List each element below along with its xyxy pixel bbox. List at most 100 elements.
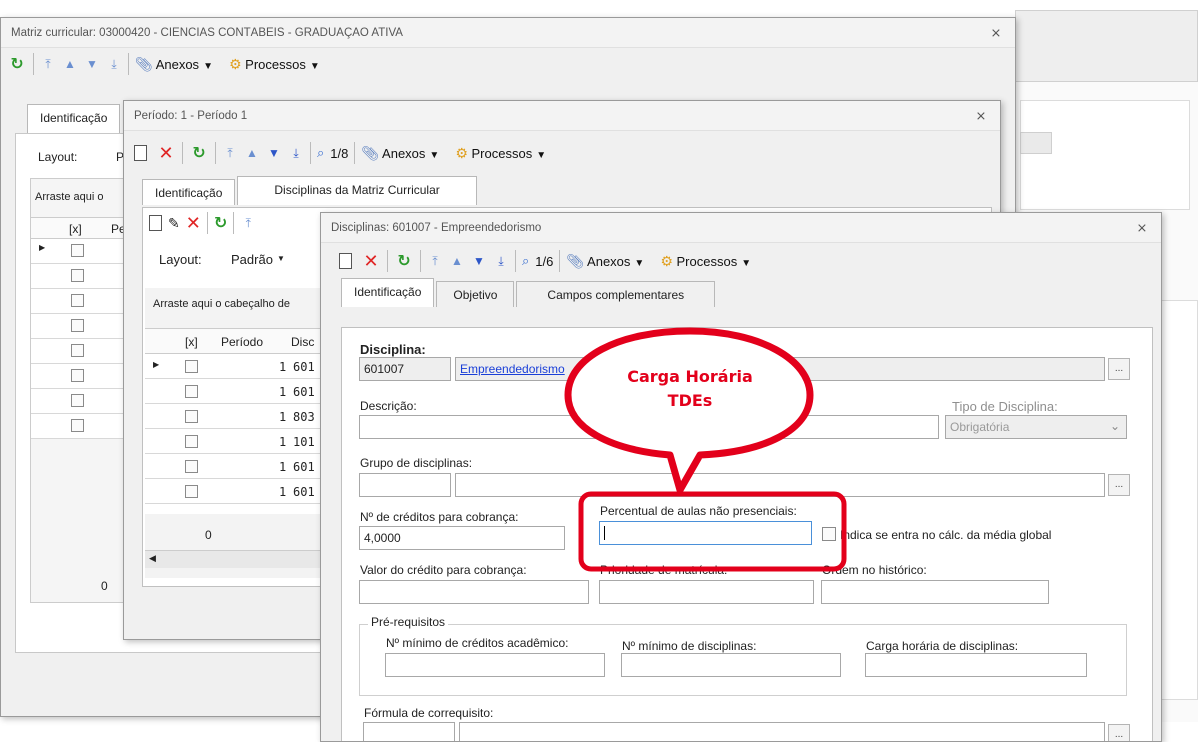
- row-checkbox[interactable]: [71, 269, 84, 282]
- background-panel: [1015, 10, 1198, 82]
- previous-record-icon[interactable]: ▲: [62, 57, 78, 71]
- new-icon[interactable]: [149, 215, 162, 231]
- col-x[interactable]: [x]: [69, 222, 82, 236]
- row-checkbox[interactable]: [71, 344, 84, 357]
- table-row[interactable]: 1 601: [145, 454, 325, 479]
- row-checkbox[interactable]: [185, 385, 198, 398]
- close-icon[interactable]: ⨯: [1133, 220, 1151, 236]
- tab-objetivo[interactable]: Objetivo: [436, 281, 515, 307]
- col-x[interactable]: [x]: [185, 335, 198, 349]
- anexos-button[interactable]: 📎︎ Anexos ▼: [566, 253, 644, 270]
- previous-record-icon[interactable]: ▲: [244, 146, 260, 160]
- formula-code-field[interactable]: [363, 722, 455, 741]
- next-record-icon[interactable]: ▼: [84, 57, 100, 71]
- separator: [559, 250, 561, 272]
- refresh-icon[interactable]: ↻: [7, 54, 27, 74]
- disciplina-name-field[interactable]: Empreendedorismo: [455, 357, 1105, 381]
- anexos-button[interactable]: 📎︎ Anexos ▼: [135, 56, 213, 73]
- ordem-historico-label: Ordem no histórico:: [822, 563, 927, 577]
- row-checkbox[interactable]: [71, 369, 84, 382]
- grupo-code-field[interactable]: [359, 473, 451, 497]
- disciplina-name-link[interactable]: Empreendedorismo: [460, 362, 565, 376]
- table-row[interactable]: 1 601: [145, 379, 325, 404]
- min-creditos-field[interactable]: [385, 653, 605, 677]
- new-icon[interactable]: [335, 251, 355, 271]
- prioridade-field[interactable]: [599, 580, 814, 604]
- table-row[interactable]: ▶ 1 601: [145, 354, 325, 379]
- tab-disciplinas-matriz[interactable]: Disciplinas da Matriz Curricular: [237, 176, 477, 205]
- table-row[interactable]: 1 101: [145, 429, 325, 454]
- creditos-field[interactable]: 4,0000: [359, 526, 565, 550]
- refresh-icon[interactable]: ↻: [214, 213, 227, 233]
- close-icon[interactable]: ⨯: [987, 25, 1005, 41]
- min-disciplinas-field[interactable]: [621, 653, 841, 677]
- row-checkbox[interactable]: [71, 394, 84, 407]
- tab-identificacao[interactable]: Identificação: [27, 104, 121, 133]
- delete-icon[interactable]: ✕: [156, 143, 176, 163]
- binoculars-icon[interactable]: ⌕: [522, 253, 529, 269]
- previous-record-icon[interactable]: ▲: [449, 254, 465, 268]
- first-record-icon[interactable]: ⤒: [427, 254, 443, 269]
- media-global-checkbox[interactable]: [822, 527, 836, 541]
- tab-identificacao[interactable]: Identificação: [142, 179, 236, 205]
- processos-button[interactable]: ⚙ Processos ▼: [660, 253, 751, 270]
- row-checkbox[interactable]: [71, 294, 84, 307]
- row-checkbox[interactable]: [185, 360, 198, 373]
- row-checkbox[interactable]: [185, 485, 198, 498]
- refresh-icon[interactable]: ↻: [189, 143, 209, 163]
- last-record-icon[interactable]: ⤓: [288, 146, 304, 161]
- layout-value[interactable]: Padrão: [231, 252, 273, 267]
- tab-campos-complementares[interactable]: Campos complementares: [516, 281, 716, 307]
- col-disciplina[interactable]: Disc: [291, 335, 314, 349]
- first-record-icon[interactable]: ⤒: [40, 57, 56, 72]
- record-counter: 1/6: [535, 253, 554, 269]
- percentual-field[interactable]: [599, 521, 812, 545]
- valor-credito-field[interactable]: [359, 580, 589, 604]
- grupo-lookup-button[interactable]: ...: [1108, 474, 1130, 496]
- row-checkbox[interactable]: [185, 410, 198, 423]
- formula-lookup-button[interactable]: ...: [1108, 724, 1130, 741]
- carga-horaria-field[interactable]: [865, 653, 1087, 677]
- last-record-icon[interactable]: ⤓: [493, 254, 509, 269]
- delete-icon[interactable]: ✕: [361, 251, 381, 271]
- first-record-icon[interactable]: ⤒: [240, 216, 256, 231]
- grupo-name-field[interactable]: [455, 473, 1105, 497]
- descricao-field[interactable]: [359, 415, 939, 439]
- close-icon[interactable]: ⨯: [972, 108, 990, 124]
- row-checkbox[interactable]: [71, 319, 84, 332]
- binoculars-icon[interactable]: ⌕: [317, 145, 324, 161]
- row-checkbox[interactable]: [71, 419, 84, 432]
- next-record-icon[interactable]: ▼: [471, 254, 487, 268]
- tab-identificacao[interactable]: Identificação: [341, 278, 435, 307]
- row-checkbox[interactable]: [185, 435, 198, 448]
- last-record-icon[interactable]: ⤓: [106, 57, 122, 72]
- next-record-icon[interactable]: ▼: [266, 146, 282, 160]
- row-checkbox[interactable]: [71, 244, 84, 257]
- min-creditos-label: Nº mínimo de créditos acadêmico:: [386, 636, 569, 650]
- scroll-left-icon[interactable]: ◀: [149, 553, 156, 564]
- edit-icon[interactable]: ✎: [168, 215, 180, 232]
- row-disciplina: 803: [293, 410, 315, 424]
- separator: [515, 250, 516, 272]
- refresh-icon[interactable]: ↻: [394, 251, 414, 271]
- ordem-historico-field[interactable]: [821, 580, 1049, 604]
- processos-button[interactable]: ⚙ Processos ▼: [229, 56, 320, 73]
- new-icon[interactable]: [130, 143, 150, 163]
- horizontal-scrollbar[interactable]: ◀: [145, 550, 325, 568]
- processos-label: Processos: [676, 253, 738, 269]
- gears-icon: ⚙: [660, 252, 673, 269]
- tipo-disciplina-select[interactable]: Obrigatória ⌄: [945, 415, 1127, 439]
- row-checkbox[interactable]: [185, 460, 198, 473]
- disciplina-code-field[interactable]: 601007: [359, 357, 451, 381]
- table-row[interactable]: 1 803: [145, 404, 325, 429]
- col-periodo[interactable]: Período: [221, 335, 263, 349]
- table-row[interactable]: 1 601: [145, 479, 325, 504]
- separator: [233, 212, 235, 234]
- delete-icon[interactable]: ✕: [186, 213, 201, 234]
- processos-button[interactable]: ⚙ Processos ▼: [455, 145, 546, 162]
- disciplinas-window: Disciplinas: 601007 - Empreendedorismo ⨯…: [320, 212, 1162, 742]
- first-record-icon[interactable]: ⤒: [222, 146, 238, 161]
- disciplina-lookup-button[interactable]: ...: [1108, 358, 1130, 380]
- formula-name-field[interactable]: [459, 722, 1105, 741]
- anexos-button[interactable]: 📎︎ Anexos ▼: [361, 145, 439, 162]
